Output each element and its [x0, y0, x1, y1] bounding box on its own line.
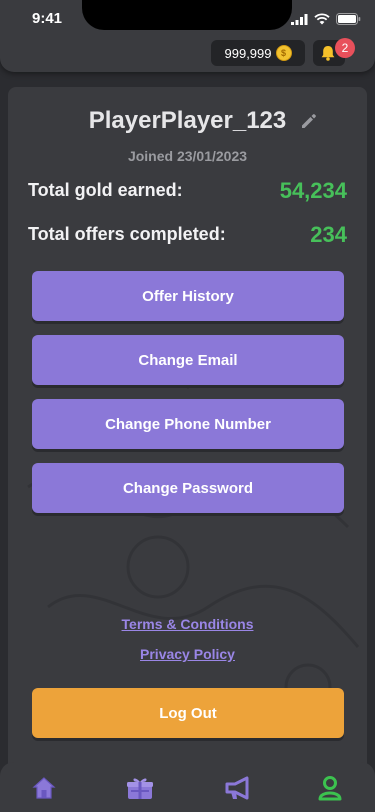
coin-balance[interactable]: 999,999 $: [211, 40, 305, 66]
app-screen: 9:41 999,999 $ 2 PlayerPlayer_123 Joined…: [0, 0, 375, 812]
profile-card: PlayerPlayer_123 Joined 23/01/2023 Total…: [8, 87, 367, 772]
coin-icon: $: [275, 45, 292, 61]
change-email-button[interactable]: Change Email: [32, 335, 344, 385]
nav-profile[interactable]: [314, 772, 346, 804]
profile-icon: [318, 776, 342, 801]
offer-history-button[interactable]: Offer History: [32, 271, 344, 321]
home-icon: [32, 777, 56, 799]
cellular-signal-icon: [291, 13, 308, 25]
offers-completed-label: Total offers completed:: [28, 224, 226, 244]
wifi-icon: [314, 13, 330, 25]
nav-rewards[interactable]: [124, 772, 156, 804]
gift-icon: [127, 778, 153, 799]
logout-button[interactable]: Log Out: [32, 688, 344, 738]
gold-earned-label: Total gold earned:: [28, 180, 183, 200]
notification-count-badge: 2: [335, 38, 355, 58]
terms-link[interactable]: Terms & Conditions: [8, 616, 367, 632]
joined-date: Joined 23/01/2023: [127, 148, 248, 164]
status-icons: [291, 13, 361, 25]
privacy-link[interactable]: Privacy Policy: [8, 646, 367, 662]
top-bar: 9:41 999,999 $ 2: [0, 0, 375, 72]
gold-earned-value: 54,234: [279, 178, 347, 203]
edit-username-icon[interactable]: [300, 112, 318, 130]
coin-balance-value: 999,999: [224, 45, 272, 61]
battery-icon: [336, 13, 361, 25]
device-notch: [82, 0, 292, 30]
change-password-button[interactable]: Change Password: [32, 463, 344, 513]
nav-home[interactable]: [28, 772, 60, 804]
offers-completed-value: 234: [310, 222, 347, 247]
nav-announcements[interactable]: [222, 772, 254, 804]
bottom-navigation: [0, 762, 375, 812]
status-time: 9:41: [32, 10, 63, 27]
megaphone-icon: [225, 776, 249, 800]
change-phone-button[interactable]: Change Phone Number: [32, 399, 344, 449]
username: PlayerPlayer_123: [88, 107, 287, 134]
